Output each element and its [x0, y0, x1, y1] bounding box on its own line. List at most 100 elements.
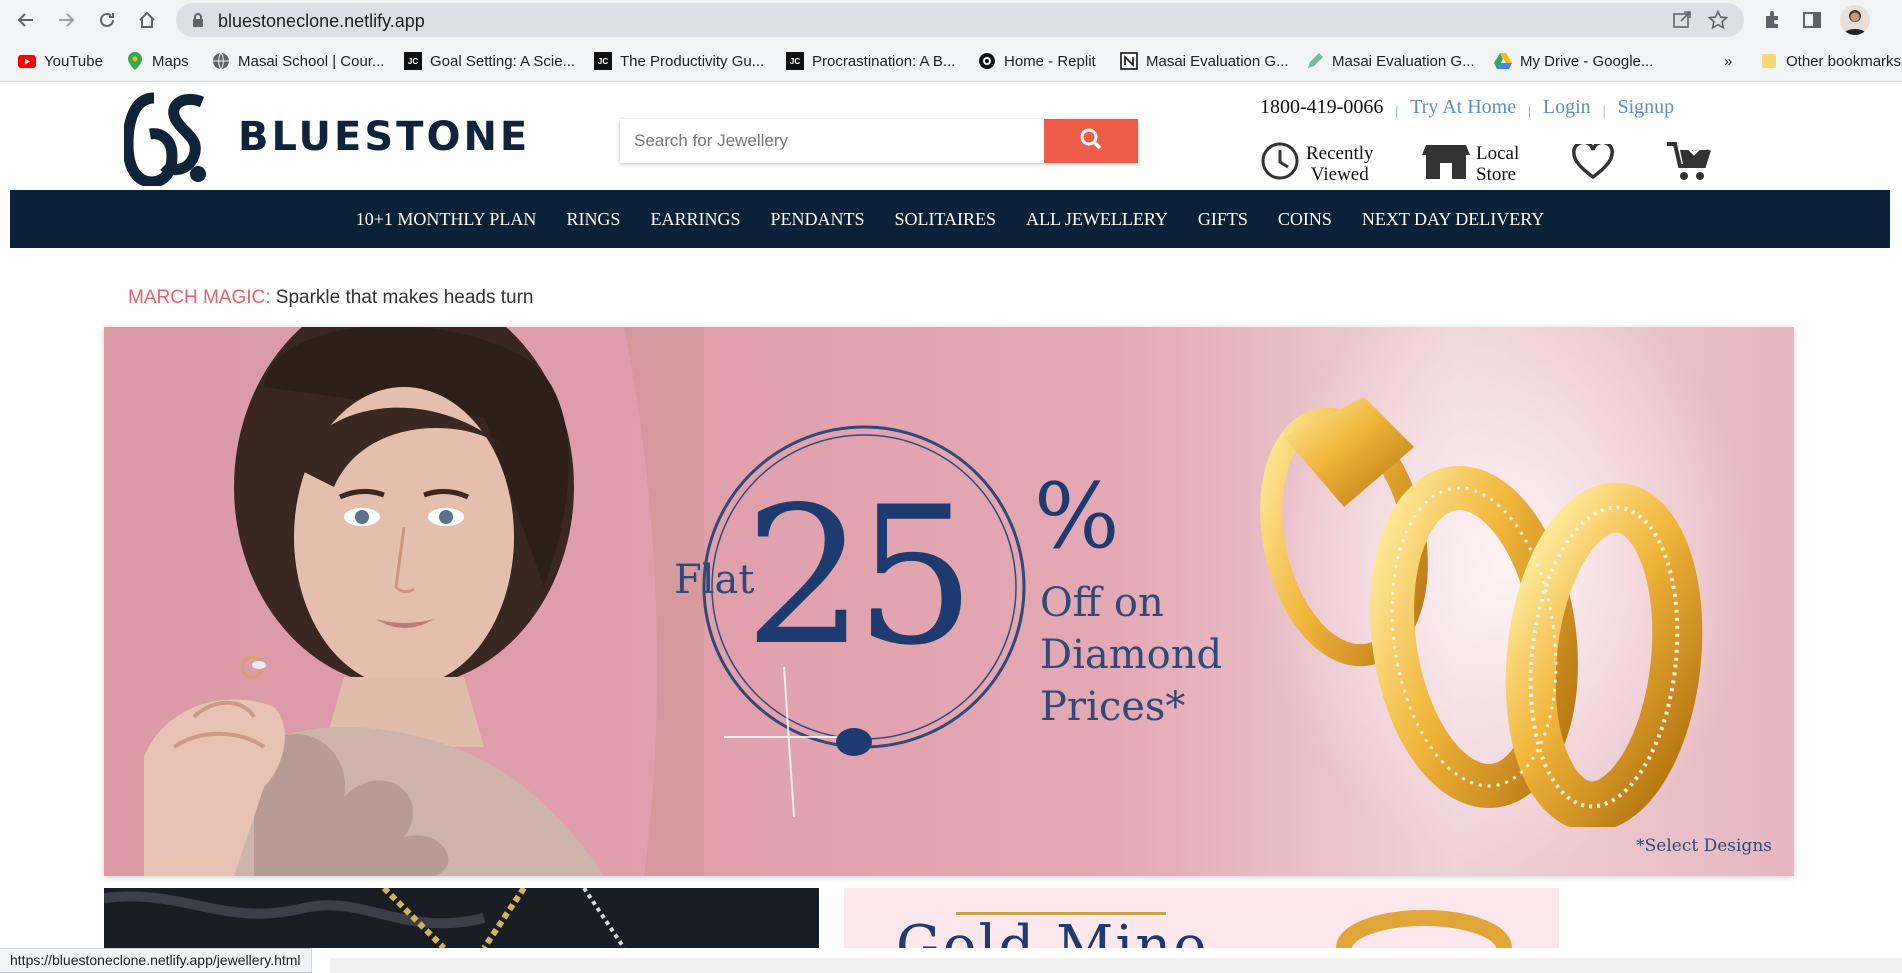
nav-item-all-jewellery[interactable]: ALL JEWELLERY [1011, 209, 1183, 230]
nav-item-solitaires[interactable]: SOLITAIRES [879, 209, 1011, 230]
model-image [144, 327, 704, 876]
replit-icon [978, 52, 996, 70]
youtube-icon [18, 52, 36, 70]
more-bookmarks-button[interactable]: » [1724, 50, 1732, 72]
bookmark-label: My Drive - Google... [1520, 52, 1654, 70]
gold-ring-image [1336, 910, 1512, 948]
bookmark-masai-eval-2[interactable]: Masai Evaluation G... [1306, 50, 1475, 72]
nav-item-next-day-delivery[interactable]: NEXT DAY DELIVERY [1347, 209, 1559, 230]
nav-item-earrings[interactable]: EARRINGS [635, 209, 755, 230]
home-icon[interactable] [133, 6, 161, 34]
maps-icon [126, 52, 144, 70]
offer-flat: Flat [674, 557, 755, 603]
necklace-image [104, 888, 626, 948]
globe-icon [212, 52, 230, 70]
local-store-button[interactable]: Local Store [1422, 141, 1519, 186]
bookmark-my-drive[interactable]: My Drive - Google... [1494, 50, 1653, 72]
reload-icon[interactable] [93, 6, 121, 34]
promo-tile-gold-mine[interactable]: Gold Mine [844, 888, 1559, 948]
url-text[interactable]: bluestoneclone.netlify.app [218, 11, 425, 32]
promo-tile-necklace[interactable] [104, 888, 819, 948]
nav-item-coins[interactable]: COINS [1263, 209, 1347, 230]
store-icon [1422, 141, 1470, 186]
bookmark-procrastination[interactable]: JC Procrastination: A B... [786, 50, 955, 72]
back-icon[interactable] [12, 6, 40, 34]
top-links: 1800-419-0066 | Try At Home | Login | Signup [1260, 96, 1674, 119]
main-nav: 10+1 MONTHLY PLAN RINGS EARRINGS PENDANT… [10, 190, 1890, 248]
profile-avatar[interactable] [1840, 5, 1870, 35]
search-button[interactable] [1044, 119, 1138, 163]
login-link[interactable]: Login [1543, 96, 1591, 118]
separator: | [1528, 104, 1531, 119]
browser-toolbar: bluestoneclone.netlify.app [0, 0, 1902, 40]
address-bar[interactable]: bluestoneclone.netlify.app [176, 3, 1744, 37]
search-input[interactable] [620, 119, 1044, 163]
bookmark-label: Masai Evaluation G... [1146, 52, 1289, 70]
bookmarks-bar: YouTube Maps Masai School | Cour... JC G… [0, 40, 1902, 82]
recently-viewed-label-2: Viewed [1310, 163, 1369, 185]
offer-line-1: Off on [1040, 580, 1164, 626]
separator: | [1395, 104, 1399, 119]
recently-viewed-button[interactable]: Recently Viewed [1260, 141, 1374, 186]
other-bookmarks-folder[interactable]: Other bookmarks [1760, 50, 1901, 72]
gold-rings-image [1260, 397, 1703, 827]
lock-icon[interactable] [192, 13, 204, 32]
bookmark-masai-school[interactable]: Masai School | Cour... [212, 50, 384, 72]
promo-text: Sparkle that makes heads turn [270, 287, 534, 308]
bookmark-label: Masai School | Cour... [238, 52, 385, 70]
bookmark-replit[interactable]: Home - Replit [978, 50, 1096, 72]
signup-link[interactable]: Signup [1618, 96, 1675, 118]
cart-button[interactable] [1666, 140, 1712, 187]
hero-banner[interactable]: Flat 25 % Off on Diamond Prices* *Select… [104, 327, 1794, 876]
bookmark-label: Home - Replit [1004, 52, 1096, 70]
horizontal-scrollbar[interactable] [330, 958, 1902, 973]
bluestone-logo-icon[interactable] [122, 92, 208, 188]
clock-icon [1260, 141, 1300, 186]
offer-line-3: Prices* [1040, 684, 1186, 730]
bookmark-label: The Productivity Gu... [620, 52, 765, 70]
nav-item-monthly-plan[interactable]: 10+1 MONTHLY PLAN [341, 209, 552, 230]
bookmark-label: YouTube [44, 52, 103, 70]
nav-item-rings[interactable]: RINGS [551, 209, 635, 230]
promo-highlight: MARCH MAGIC: [128, 287, 271, 308]
separator: | [1602, 104, 1606, 119]
offer-number: 25 [744, 466, 976, 687]
bookmark-youtube[interactable]: YouTube [18, 50, 103, 72]
bookmark-productivity[interactable]: JC The Productivity Gu... [594, 50, 764, 72]
more-bookmarks-label: » [1724, 52, 1733, 70]
search-icon [1080, 128, 1102, 155]
extensions-icon[interactable] [1758, 6, 1786, 34]
notion-icon [1120, 52, 1138, 70]
bookmark-label: Masai Evaluation G... [1332, 52, 1475, 70]
nav-item-pendants[interactable]: PENDANTS [755, 209, 879, 230]
heart-icon [1572, 140, 1614, 185]
status-bar-url: https://bluestoneclone.netlify.app/jewel… [0, 948, 312, 973]
share-icon[interactable] [1672, 10, 1692, 35]
brand-name[interactable]: BLUESTONE [238, 114, 530, 160]
offer-line-2: Diamond [1040, 632, 1223, 678]
bookmark-masai-eval-1[interactable]: Masai Evaluation G... [1120, 50, 1289, 72]
bookmark-label: Maps [152, 52, 189, 70]
side-panel-icon[interactable] [1798, 6, 1826, 34]
bookmark-maps[interactable]: Maps [126, 50, 189, 72]
jc-icon: JC [786, 52, 804, 70]
drive-icon [1494, 52, 1512, 70]
promo-headline: MARCH MAGIC: Sparkle that makes heads tu… [128, 287, 533, 309]
pencil-icon [1306, 52, 1324, 70]
offer-description: Off on Diamond Prices* [1040, 577, 1222, 733]
forward-icon[interactable] [52, 6, 80, 34]
bookmark-goal-setting[interactable]: JC Goal Setting: A Scie... [404, 50, 575, 72]
gold-mine-title: Gold Mine [896, 914, 1209, 948]
search-bar [620, 119, 1138, 163]
bookmark-label: Goal Setting: A Scie... [430, 52, 576, 70]
bookmark-star-icon[interactable] [1707, 9, 1729, 35]
nav-item-gifts[interactable]: GIFTS [1183, 209, 1263, 230]
other-bookmarks-label: Other bookmarks [1786, 52, 1902, 70]
wishlist-button[interactable] [1572, 140, 1614, 185]
select-designs-note: *Select Designs [1636, 836, 1772, 856]
cart-icon [1666, 140, 1712, 187]
try-at-home-link[interactable]: Try At Home [1410, 96, 1516, 118]
local-store-label-1: Local [1476, 142, 1520, 164]
folder-icon [1760, 52, 1778, 70]
offer-percent: % [1034, 464, 1120, 569]
